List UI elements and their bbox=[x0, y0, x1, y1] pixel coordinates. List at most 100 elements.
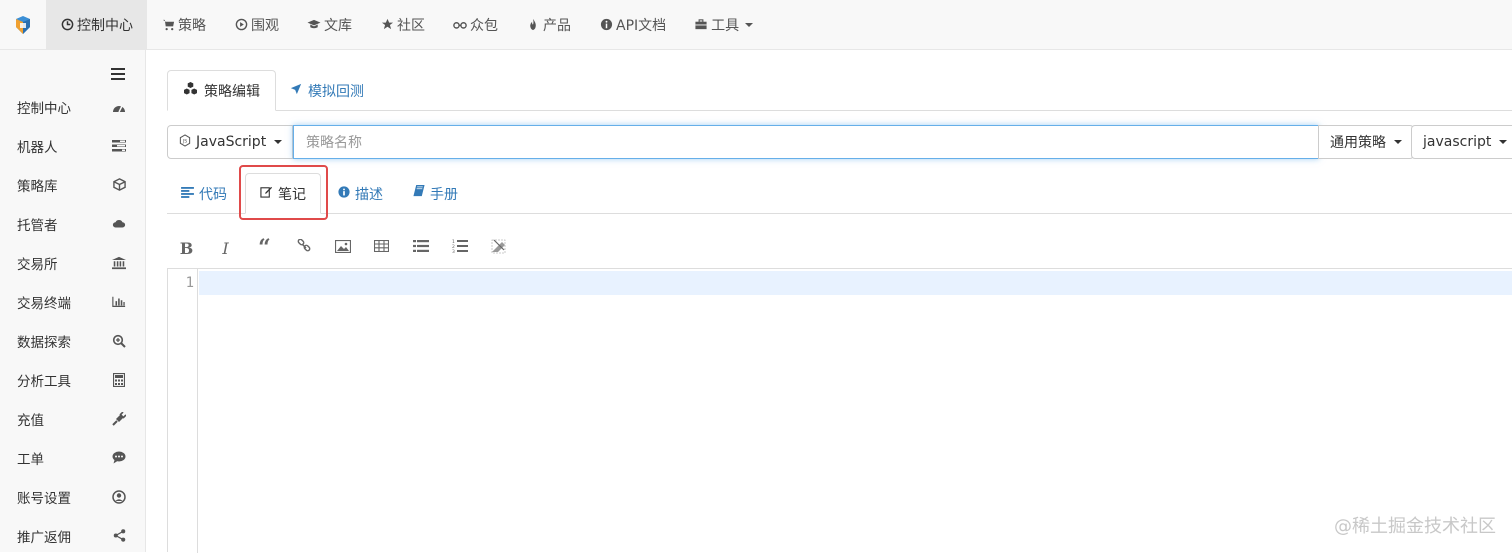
editor-subtabs: 代码 笔记 描述 手册 bbox=[167, 173, 1512, 214]
nav-tools-dropdown[interactable]: 工具 bbox=[680, 0, 767, 49]
tab-label: 描述 bbox=[355, 184, 383, 204]
sidebar: 控制中心 机器人 策略库 托管者 交易所 交易终端 数据探索 分析工具 充值 工… bbox=[0, 50, 146, 552]
language-dropdown-label: JavaScript bbox=[196, 134, 266, 150]
nav-watch[interactable]: 围观 bbox=[220, 0, 293, 49]
tab-label: 代码 bbox=[199, 184, 227, 204]
dashboard-icon bbox=[112, 100, 126, 114]
editor-active-line[interactable] bbox=[199, 271, 1512, 295]
js-hexagon-icon: JS bbox=[179, 134, 191, 151]
sidebar-item-tickets[interactable]: 工单 bbox=[0, 438, 146, 477]
sidebar-item-label: 充值 bbox=[17, 409, 44, 429]
image-button[interactable] bbox=[323, 228, 362, 268]
chevron-down-icon bbox=[1394, 140, 1402, 144]
svg-text:3: 3 bbox=[452, 249, 455, 253]
nav-crowdsource[interactable]: 众包 bbox=[439, 0, 512, 49]
tab-strategy-edit[interactable]: 策略编辑 bbox=[167, 70, 276, 111]
eraser-icon bbox=[491, 239, 506, 258]
star-icon bbox=[380, 18, 394, 32]
sidebar-item-label: 推广返佣 bbox=[17, 526, 71, 546]
annotation-highlight-box bbox=[239, 165, 328, 220]
graduation-cap-icon bbox=[307, 18, 321, 32]
sidebar-item-label: 交易所 bbox=[17, 253, 58, 273]
nav-label: 产品 bbox=[543, 15, 571, 35]
chevron-down-icon bbox=[745, 23, 753, 27]
ordered-list-icon: 123 bbox=[452, 239, 468, 257]
sidebar-item-robots[interactable]: 机器人 bbox=[0, 126, 146, 165]
comment-icon bbox=[112, 451, 126, 465]
unordered-list-button[interactable] bbox=[401, 228, 440, 268]
calculator-icon bbox=[112, 373, 126, 387]
sidebar-item-analysis-tools[interactable]: 分析工具 bbox=[0, 360, 146, 399]
ordered-list-button[interactable]: 123 bbox=[440, 228, 479, 268]
sidebar-item-terminal[interactable]: 交易终端 bbox=[0, 282, 146, 321]
nav-label: 围观 bbox=[251, 15, 279, 35]
sidebar-item-strategy-library[interactable]: 策略库 bbox=[0, 165, 146, 204]
hamburger-menu-icon[interactable] bbox=[111, 68, 127, 82]
nav-api-docs[interactable]: API文档 bbox=[585, 0, 680, 49]
nav-strategy[interactable]: 策略 bbox=[147, 0, 220, 49]
quote-button[interactable]: “ bbox=[245, 228, 284, 268]
chevron-down-icon bbox=[1499, 140, 1507, 144]
table-button[interactable] bbox=[362, 228, 401, 268]
glasses-icon bbox=[453, 18, 467, 32]
tab-label: 模拟回测 bbox=[308, 81, 364, 101]
tab-description[interactable]: 描述 bbox=[324, 173, 397, 214]
link-button[interactable] bbox=[284, 228, 323, 268]
cube-icon bbox=[112, 178, 126, 192]
plug-icon bbox=[112, 412, 126, 426]
category-dropdown[interactable]: 通用策略 bbox=[1318, 125, 1414, 159]
language-dropdown[interactable]: JS JavaScript bbox=[167, 125, 293, 159]
book-icon bbox=[413, 185, 425, 202]
sidebar-item-label: 交易终端 bbox=[17, 292, 71, 312]
share-icon bbox=[112, 529, 126, 543]
sidebar-item-dashboard[interactable]: 控制中心 bbox=[0, 87, 146, 126]
watermark: @稀土掘金技术社区 bbox=[1334, 512, 1496, 538]
nav-community[interactable]: 社区 bbox=[366, 0, 439, 49]
strategy-name-input[interactable] bbox=[293, 125, 1319, 159]
nav-label: 社区 bbox=[397, 15, 425, 35]
tab-code[interactable]: 代码 bbox=[167, 173, 241, 214]
info-circle-icon bbox=[338, 186, 350, 202]
sidebar-item-label: 控制中心 bbox=[17, 97, 71, 117]
sidebar-item-label: 账号设置 bbox=[17, 487, 71, 507]
bold-button[interactable]: B bbox=[167, 228, 206, 268]
nav-label: 众包 bbox=[470, 15, 498, 35]
sidebar-item-hosts[interactable]: 托管者 bbox=[0, 204, 146, 243]
nav-dashboard[interactable]: 控制中心 bbox=[46, 0, 147, 49]
bar-chart-icon bbox=[112, 295, 126, 309]
clean-block-button[interactable] bbox=[479, 228, 518, 268]
editor-gutter: 1 bbox=[168, 269, 198, 553]
nav-products[interactable]: 产品 bbox=[512, 0, 585, 49]
nav-label: API文档 bbox=[616, 15, 666, 35]
mode-dropdown-label: javascript bbox=[1423, 134, 1491, 150]
fire-icon bbox=[526, 18, 540, 32]
dashboard-icon bbox=[60, 18, 74, 32]
svg-text:JS: JS bbox=[182, 138, 187, 144]
italic-button[interactable]: I bbox=[206, 228, 245, 268]
play-circle-icon bbox=[234, 18, 248, 32]
bold-icon: B bbox=[180, 239, 194, 258]
nav-label: 文库 bbox=[324, 15, 352, 35]
code-editor[interactable]: 1 bbox=[167, 268, 1512, 552]
nav-label: 策略 bbox=[178, 15, 206, 35]
sidebar-item-exchanges[interactable]: 交易所 bbox=[0, 243, 146, 282]
app-logo[interactable] bbox=[0, 0, 46, 49]
editor-mode-dropdown[interactable]: javascript bbox=[1411, 125, 1512, 159]
sidebar-item-account-settings[interactable]: 账号设置 bbox=[0, 477, 146, 516]
tab-label: 策略编辑 bbox=[204, 81, 260, 101]
info-icon bbox=[599, 18, 613, 32]
unordered-list-icon bbox=[413, 240, 429, 256]
main-content: 策略编辑 模拟回测 JS JavaScript 通用策略 javascript … bbox=[147, 50, 1512, 552]
sidebar-item-referral[interactable]: 推广返佣 bbox=[0, 516, 146, 555]
sidebar-item-recharge[interactable]: 充值 bbox=[0, 399, 146, 438]
sidebar-item-label: 数据探索 bbox=[17, 331, 71, 351]
markdown-toolbar: B I “ 123 bbox=[167, 228, 518, 268]
table-icon bbox=[374, 240, 389, 256]
sidebar-item-label: 分析工具 bbox=[17, 370, 71, 390]
nav-library[interactable]: 文库 bbox=[293, 0, 366, 49]
sidebar-item-data-explore[interactable]: 数据探索 bbox=[0, 321, 146, 360]
strategy-header-group: JS JavaScript bbox=[167, 125, 293, 159]
cart-icon bbox=[161, 18, 175, 32]
tab-backtest[interactable]: 模拟回测 bbox=[275, 70, 379, 111]
tab-manual[interactable]: 手册 bbox=[399, 173, 472, 214]
